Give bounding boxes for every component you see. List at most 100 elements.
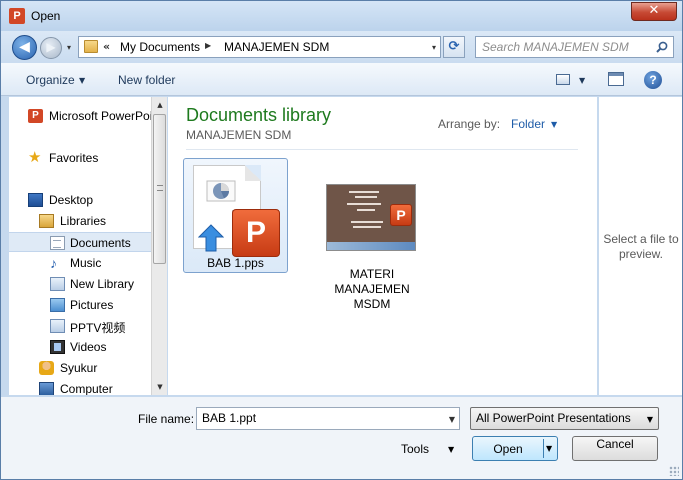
sidebar-item-pptv[interactable]: PPTV视频 xyxy=(9,316,151,336)
slide-text-line xyxy=(349,191,379,193)
folder-icon xyxy=(84,40,98,53)
arrange-by-dropdown-icon[interactable]: ▼ xyxy=(551,120,557,129)
breadcrumb-my-documents[interactable]: My Documents xyxy=(120,40,200,54)
open-split-divider xyxy=(543,439,544,458)
powerpoint-badge-icon: P xyxy=(232,209,280,257)
slide-text-line xyxy=(355,196,377,198)
open-button-label: Open xyxy=(493,442,523,456)
slide-footer-band xyxy=(327,242,415,250)
slide-text-line xyxy=(351,221,383,223)
sidebar-item-new-library[interactable]: New Library xyxy=(9,274,151,294)
help-icon[interactable]: ? xyxy=(644,71,662,89)
pictures-icon xyxy=(50,298,65,312)
search-placeholder: Search MANAJEMEN SDM xyxy=(482,40,629,54)
scroll-up-arrow-icon[interactable]: ▲ xyxy=(152,97,168,113)
sidebar-item-computer[interactable]: Computer xyxy=(9,379,151,395)
sidebar-item-microsoft-powerpoint[interactable]: P Microsoft PowerPoint xyxy=(9,106,151,126)
sidebar-item-label: Favorites xyxy=(49,151,99,165)
scroll-grip-icon xyxy=(157,185,163,191)
search-input[interactable]: Search MANAJEMEN SDM xyxy=(475,36,674,58)
computer-icon xyxy=(39,382,54,395)
resize-grip-icon[interactable] xyxy=(669,466,679,476)
library-icon xyxy=(50,277,65,291)
documents-icon xyxy=(50,236,65,250)
file-item-bab1-pps[interactable]: P BAB 1.pps xyxy=(183,158,288,273)
star-icon: ★ xyxy=(28,149,42,166)
powerpoint-app-icon: P xyxy=(9,8,25,24)
navigation-pane: P Microsoft PowerPoint ★ Favorites Deskt… xyxy=(9,97,151,395)
organize-dropdown-icon[interactable]: ▼ xyxy=(79,76,85,85)
sidebar-item-pictures[interactable]: Pictures xyxy=(9,295,151,315)
slide-text-line xyxy=(347,203,381,205)
file-name-label: BAB 1.pps xyxy=(207,256,264,270)
sidebar-item-libraries[interactable]: Libraries xyxy=(9,211,151,231)
tools-dropdown-icon[interactable]: ▼ xyxy=(448,445,454,454)
file-name-field-label: File name: xyxy=(138,412,195,426)
search-icon[interactable] xyxy=(656,41,668,53)
powerpoint-icon: P xyxy=(28,109,43,123)
organize-button[interactable]: Organize xyxy=(26,73,75,87)
preview-pane: Select a file to preview. xyxy=(598,97,682,395)
sidebar-item-syukur[interactable]: Syukur xyxy=(9,358,151,378)
file-name-label: MATERI MANAJEMEN MSDM xyxy=(334,267,410,311)
navigation-scrollbar[interactable]: ▲ ▼ xyxy=(151,97,167,395)
close-button[interactable]: ✕ xyxy=(631,2,677,21)
file-name-value: BAB 1.ppt xyxy=(202,411,257,425)
view-dropdown-icon[interactable]: ▼ xyxy=(579,76,585,85)
sidebar-item-label: Microsoft PowerPoint xyxy=(49,109,151,123)
refresh-button[interactable]: ⟳ xyxy=(443,36,465,58)
library-icon xyxy=(50,319,65,333)
sidebar-item-label: Videos xyxy=(70,340,107,354)
file-name-input[interactable]: BAB 1.ppt ▼ xyxy=(196,407,460,430)
breadcrumb-manajemen-sdm[interactable]: MANAJEMEN SDM xyxy=(224,40,329,54)
file-type-select[interactable]: All PowerPoint Presentations ▼ xyxy=(470,407,659,430)
open-dropdown-icon[interactable]: ▼ xyxy=(546,444,552,453)
address-dropdown-icon[interactable]: ▾ xyxy=(432,43,436,52)
arrange-by-label: Arrange by: xyxy=(438,117,501,131)
file-type-dropdown-icon[interactable]: ▼ xyxy=(647,415,653,424)
sidebar-item-videos[interactable]: Videos xyxy=(9,337,151,357)
sidebar-item-desktop[interactable]: Desktop xyxy=(9,190,151,210)
sidebar-item-label: Pictures xyxy=(70,298,114,312)
sidebar-item-music[interactable]: ♪ Music xyxy=(9,253,151,273)
file-item-materi-manajemen-msdm[interactable]: P MATERI MANAJEMEN MSDM xyxy=(318,158,426,311)
scroll-down-arrow-icon[interactable]: ▼ xyxy=(152,379,168,395)
breadcrumb-overflow-chevron[interactable]: « xyxy=(103,40,110,53)
back-button[interactable]: ◀ xyxy=(12,35,37,60)
open-dialog: P Open ✕ ◀ ▶ ▾ « My Documents ▶ MANAJEME… xyxy=(0,0,683,480)
forward-button[interactable]: ▶ xyxy=(40,37,62,59)
sidebar-item-label: Desktop xyxy=(49,193,94,207)
sidebar-item-label: PPTV视频 xyxy=(70,321,126,335)
tools-button[interactable]: Tools xyxy=(401,442,429,456)
libraries-icon xyxy=(39,214,54,228)
change-view-icon[interactable] xyxy=(556,74,570,85)
title-bar: P Open ✕ xyxy=(1,1,682,31)
user-folder-icon xyxy=(39,361,54,375)
library-subtitle: MANAJEMEN SDM xyxy=(186,128,292,142)
breadcrumb-separator-icon[interactable]: ▶ xyxy=(205,41,211,50)
scroll-thumb[interactable] xyxy=(153,114,166,264)
music-icon: ♪ xyxy=(50,255,57,271)
arrange-by-dropdown[interactable]: Folder xyxy=(511,117,545,131)
sidebar-item-label: Libraries xyxy=(60,214,107,228)
slide-text-line xyxy=(357,209,375,211)
address-bar[interactable]: « My Documents ▶ MANAJEMEN SDM ▾ xyxy=(78,36,441,58)
sidebar-item-favorites[interactable]: ★ Favorites xyxy=(9,148,151,168)
sidebar-item-label: Documents xyxy=(70,236,131,250)
preview-pane-toggle-icon[interactable] xyxy=(608,72,624,86)
command-toolbar: Organize ▼ New folder ▼ ? xyxy=(1,63,682,96)
new-folder-button[interactable]: New folder xyxy=(118,73,175,87)
open-button[interactable]: Open ▼ xyxy=(472,436,558,461)
recent-locations-dropdown[interactable]: ▾ xyxy=(67,43,71,52)
cancel-button[interactable]: Cancel xyxy=(572,436,658,461)
header-divider xyxy=(186,149,578,150)
sidebar-item-documents[interactable]: Documents xyxy=(9,232,151,252)
preview-placeholder-text: Select a file to preview. xyxy=(603,232,679,261)
file-name-dropdown-icon[interactable]: ▼ xyxy=(449,415,455,424)
sidebar-item-label: Music xyxy=(70,256,102,270)
desktop-icon xyxy=(28,193,43,207)
sidebar-item-label: Syukur xyxy=(60,361,98,375)
file-list-pane: Documents library MANAJEMEN SDM Arrange … xyxy=(168,97,597,395)
sidebar-item-label: Computer xyxy=(60,382,113,395)
file-type-value: All PowerPoint Presentations xyxy=(476,411,631,425)
